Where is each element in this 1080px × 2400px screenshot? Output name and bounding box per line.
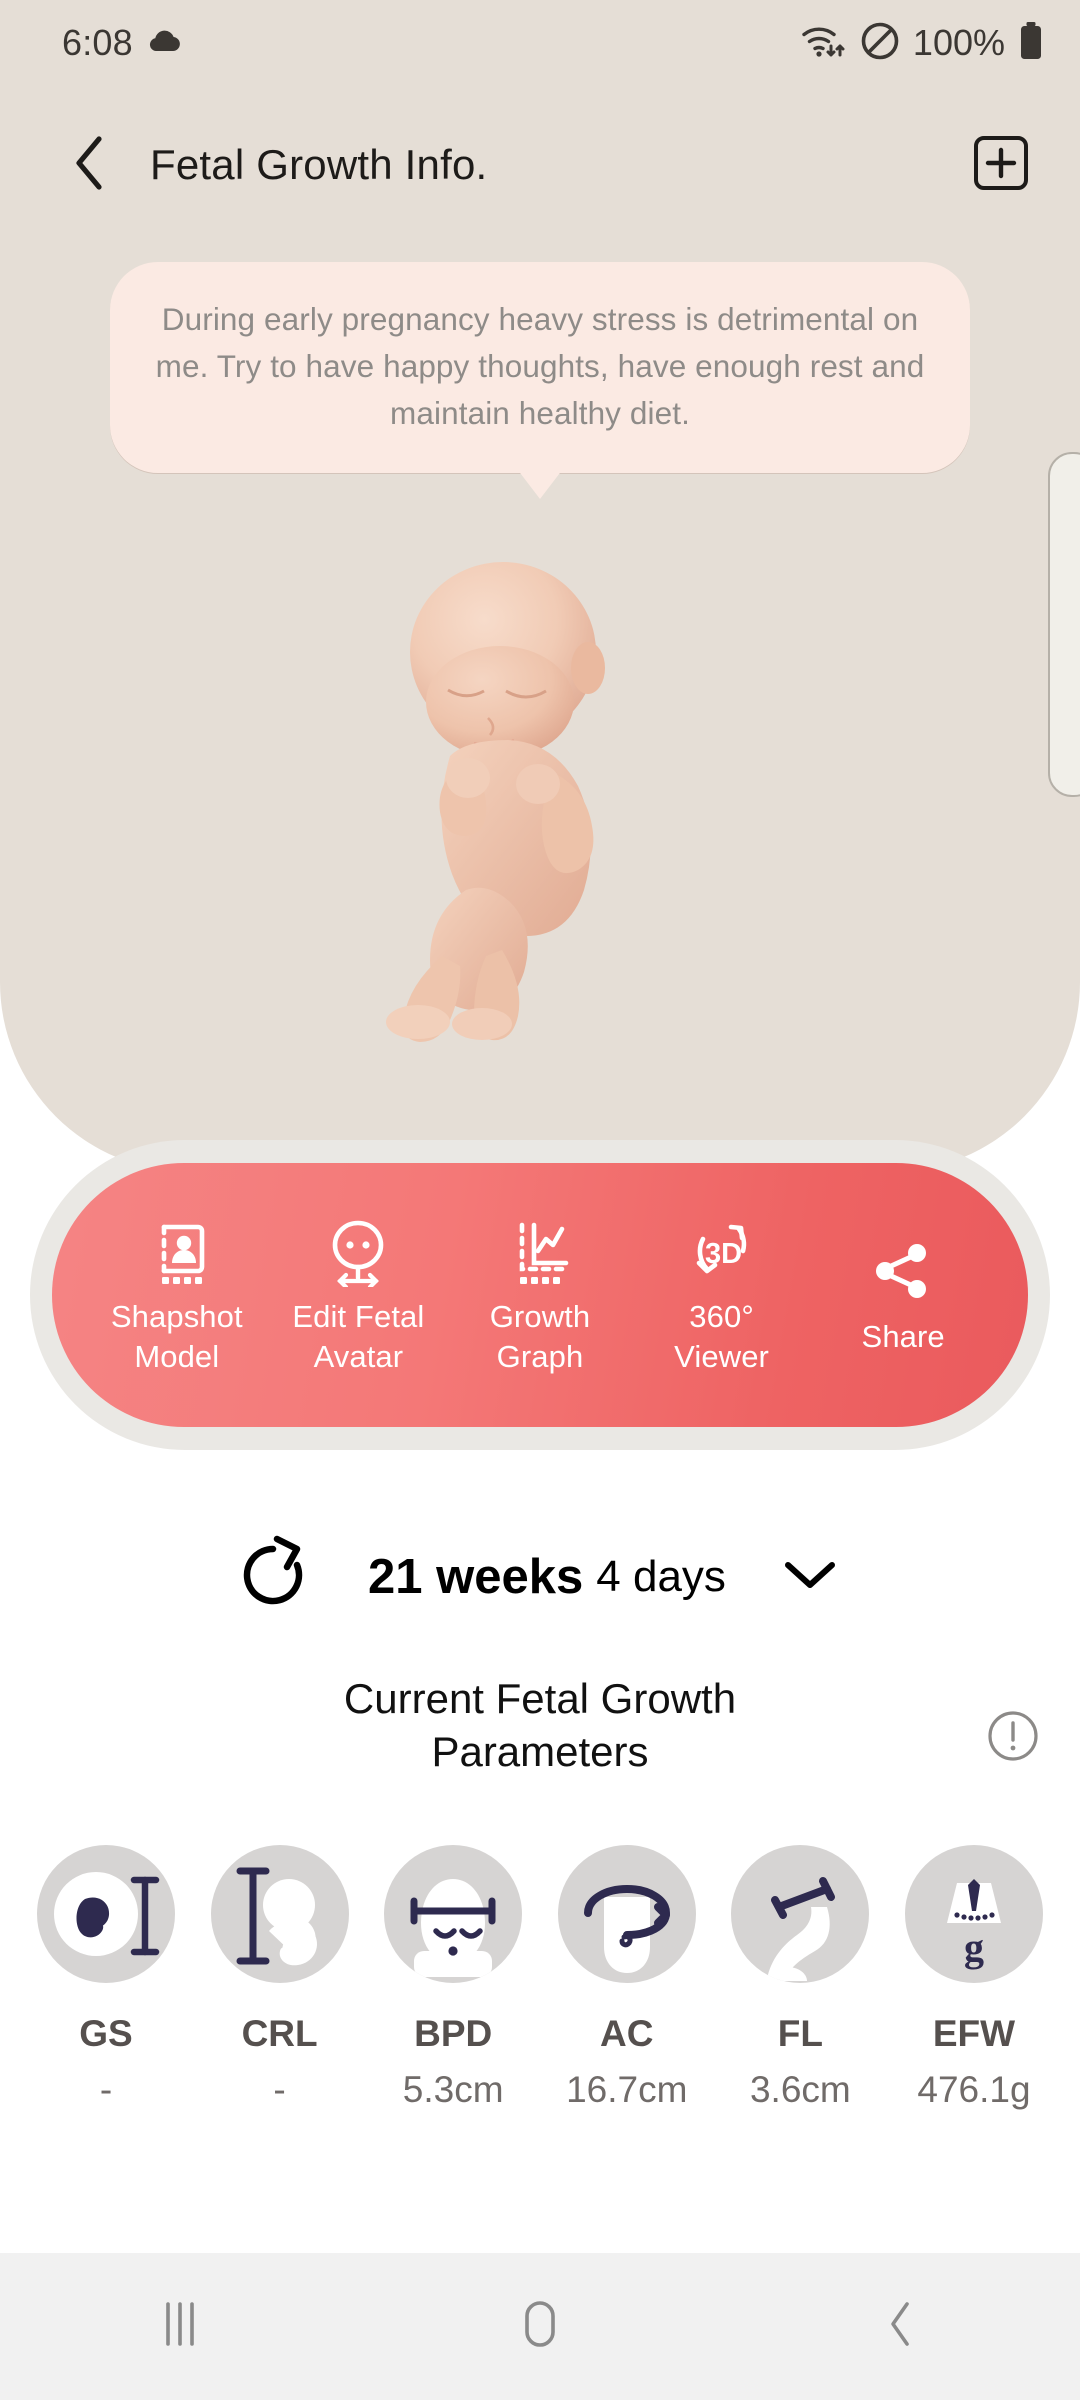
svg-text:g: g xyxy=(964,1925,984,1970)
fetal-parameters-row: GS - CRL - BPD 5.3cm AC 16.7cm FL 3.6cm … xyxy=(26,1845,1054,2155)
parameter-bpd-name: BPD xyxy=(414,2013,493,2054)
parameter-ac[interactable]: AC 16.7cm xyxy=(547,1845,707,2155)
growth-graph-label-line2: Graph xyxy=(496,1339,584,1374)
status-bar-left: 6:08 xyxy=(62,22,181,64)
status-bar-right: 100% xyxy=(801,21,1044,66)
fetal-3d-model[interactable] xyxy=(370,560,700,1050)
nav-back-button[interactable] xyxy=(810,2253,990,2400)
viewer-360-button[interactable]: 3D 360° Viewer xyxy=(631,1213,813,1377)
battery-full-icon xyxy=(1018,21,1044,66)
parameter-efw-value: 476.1g xyxy=(917,2069,1031,2110)
section-title: Current Fetal Growth Parameters xyxy=(190,1672,890,1778)
viewer-360-label: 360° Viewer xyxy=(674,1297,769,1377)
share-icon xyxy=(871,1233,935,1307)
share-label-line1: Share xyxy=(861,1319,945,1354)
add-plus-box-icon xyxy=(972,134,1030,197)
nav-recents-button[interactable] xyxy=(90,2253,270,2400)
parameter-fl-name: FL xyxy=(777,2013,823,2054)
page-title: Fetal Growth Info. xyxy=(150,141,488,188)
biparietal-diameter-icon xyxy=(384,1845,523,1983)
snapshot-model-label-line1: Shapshot xyxy=(110,1299,243,1334)
section-title-line1: Current Fetal Growth xyxy=(343,1675,737,1722)
chevron-down-icon xyxy=(782,1557,838,1598)
cloud-icon xyxy=(147,29,181,58)
parameter-gs-value: - xyxy=(99,2069,113,2110)
viewer-360-label-line1: 360° xyxy=(689,1299,754,1334)
info-button[interactable] xyxy=(985,1710,1041,1766)
estimated-fetal-weight-icon: g xyxy=(904,1845,1043,1983)
crown-rump-length-icon xyxy=(210,1845,349,1983)
parameter-gs-name: GS xyxy=(79,2013,133,2054)
info-exclamation-icon xyxy=(986,1709,1040,1768)
parameter-gs[interactable]: GS - xyxy=(26,1845,186,2155)
edit-fetal-avatar-label: Edit Fetal Avatar xyxy=(292,1297,424,1377)
viewer-360-label-line2: Viewer xyxy=(674,1339,769,1374)
parameter-ac-value: 16.7cm xyxy=(566,2069,688,2110)
snapshot-model-label-line2: Model xyxy=(134,1339,220,1374)
back-button[interactable] xyxy=(46,120,136,210)
day-count: 4 days xyxy=(596,1552,726,1601)
parameter-bpd-value: 5.3cm xyxy=(402,2069,504,2110)
growth-graph-icon xyxy=(508,1213,572,1287)
parameter-crl-name: CRL xyxy=(241,2013,318,2054)
app-header: Fetal Growth Info. xyxy=(0,110,1080,220)
side-drawer-tab[interactable] xyxy=(1048,452,1080,797)
hero-panel: 6:08 100% Fetal Growth Info. During earl… xyxy=(0,0,1080,1172)
status-bar: 6:08 100% xyxy=(0,0,1080,86)
week-selector: 21 weeks 4 days xyxy=(0,1512,1080,1642)
snapshot-model-icon xyxy=(144,1213,210,1287)
add-button[interactable] xyxy=(970,134,1032,196)
home-icon xyxy=(514,2296,566,2357)
do-not-disturb-icon xyxy=(860,21,900,66)
wifi-transfer-icon xyxy=(801,21,847,66)
gestational-sac-icon xyxy=(37,1845,175,1983)
parameter-bpd[interactable]: BPD 5.3cm xyxy=(373,1845,533,2155)
section-title-line2: Parameters xyxy=(431,1728,649,1775)
parameter-fl[interactable]: FL 3.6cm xyxy=(720,1845,880,2155)
parameter-crl[interactable]: CRL - xyxy=(200,1845,360,2155)
refresh-button[interactable] xyxy=(230,1534,316,1620)
advice-bubble: During early pregnancy heavy stress is d… xyxy=(110,262,970,499)
parameter-fl-value: 3.6cm xyxy=(749,2069,851,2110)
share-label: Share xyxy=(862,1317,945,1357)
advice-text: During early pregnancy heavy stress is d… xyxy=(155,301,925,431)
edit-fetal-avatar-icon xyxy=(323,1213,393,1287)
edit-fetal-avatar-button[interactable]: Edit Fetal Avatar xyxy=(268,1213,450,1377)
growth-graph-label-line1: Growth xyxy=(489,1299,591,1334)
status-time: 6:08 xyxy=(62,22,133,63)
back-icon xyxy=(878,2296,922,2357)
battery-percent: 100% xyxy=(912,22,1005,63)
system-nav-bar xyxy=(0,2253,1080,2400)
parameter-crl-value: - xyxy=(273,2069,286,2110)
nav-home-button[interactable] xyxy=(450,2253,630,2400)
action-bar: Shapshot Model Edit Fetal Avatar Growth … xyxy=(52,1163,1028,1427)
parameter-efw-name: EFW xyxy=(932,2013,1016,2054)
snapshot-model-button[interactable]: Shapshot Model xyxy=(86,1213,268,1377)
growth-graph-label: Growth Graph xyxy=(490,1297,591,1377)
parameter-ac-name: AC xyxy=(600,2013,654,2054)
advice-bubble-body: During early pregnancy heavy stress is d… xyxy=(110,262,970,473)
week-count: 21 weeks xyxy=(368,1550,584,1604)
femur-length-icon xyxy=(731,1845,870,1983)
chevron-left-icon xyxy=(69,133,113,198)
refresh-icon xyxy=(233,1535,313,1620)
growth-graph-button[interactable]: Growth Graph xyxy=(449,1213,631,1377)
abdominal-circumference-icon xyxy=(557,1845,696,1983)
snapshot-model-label: Shapshot Model xyxy=(111,1297,243,1377)
edit-fetal-avatar-label-line2: Avatar xyxy=(313,1339,404,1374)
week-dropdown-button[interactable] xyxy=(770,1537,850,1617)
recents-icon xyxy=(155,2296,205,2357)
share-button[interactable]: Share xyxy=(812,1233,994,1357)
360-viewer-icon: 3D xyxy=(685,1213,759,1287)
parameter-efw[interactable]: g EFW 476.1g xyxy=(894,1845,1054,2155)
bubble-tail xyxy=(514,465,566,499)
svg-text:3D: 3D xyxy=(705,1238,742,1270)
edit-fetal-avatar-label-line1: Edit Fetal xyxy=(292,1299,425,1334)
